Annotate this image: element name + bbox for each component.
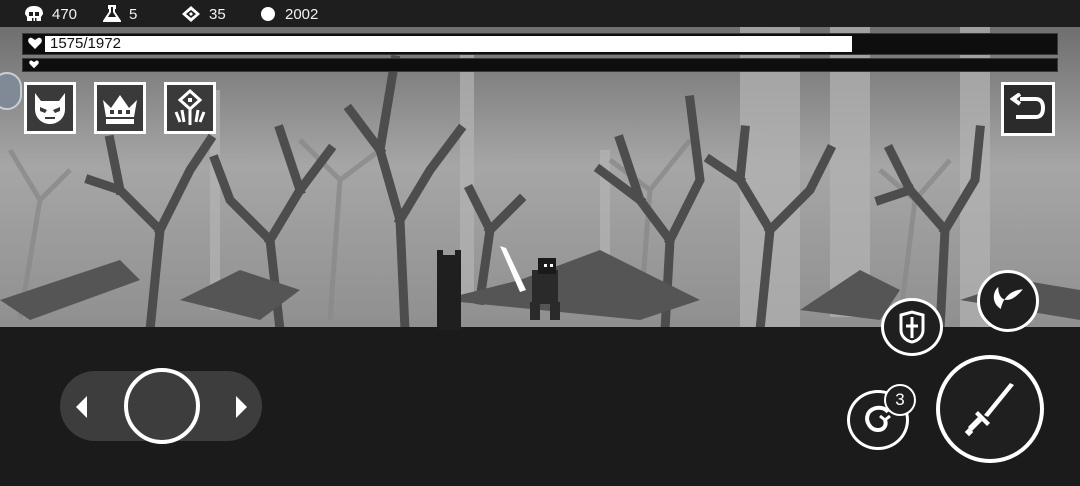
shield-icon <box>899 310 925 344</box>
potion-flask-icon <box>103 5 121 22</box>
gem-counter: 35 <box>181 4 226 24</box>
heart-icon <box>28 37 42 49</box>
shield-skill-button[interactable] <box>881 298 943 356</box>
skill-crown[interactable] <box>94 82 146 134</box>
potion-counter: 5 <box>103 4 137 24</box>
skull-count: 470 <box>52 5 78 23</box>
resource-bar: 470 5 35 2002 <box>0 0 1080 27</box>
health-bar-fill <box>45 36 852 52</box>
moon-skill-button[interactable] <box>977 270 1039 332</box>
diamond-gem-icon <box>182 6 200 22</box>
arrow-right-icon <box>236 396 247 418</box>
rune-emblem-icon <box>174 88 206 125</box>
coin-icon <box>261 7 275 21</box>
back-button[interactable] <box>1001 82 1055 136</box>
dash-charge-badge: 3 <box>884 384 916 416</box>
attack-button[interactable] <box>936 355 1044 463</box>
crescent-moon-icon <box>993 286 1023 310</box>
gem-count: 35 <box>209 5 226 23</box>
health-bar: 1575/1972 <box>22 33 1058 55</box>
joystick-knob[interactable] <box>124 368 200 444</box>
crown-icon <box>103 95 137 124</box>
coin-counter: 2002 <box>259 4 318 24</box>
secondary-bar <box>22 58 1058 72</box>
sword-icon <box>964 383 1014 437</box>
heart-marker-icon <box>29 60 39 69</box>
skill-demon-mask[interactable] <box>24 82 76 134</box>
health-value: 1575/1972 <box>50 35 121 52</box>
return-arrow-icon <box>1010 93 1046 119</box>
demon-mask-icon <box>35 93 65 124</box>
skill-rune-emblem[interactable] <box>164 82 216 134</box>
coin-count: 2002 <box>285 5 319 23</box>
skull-icon <box>25 6 43 21</box>
skull-counter: 470 <box>24 4 77 24</box>
arrow-left-icon <box>76 396 87 418</box>
side-drawer-tab[interactable] <box>0 72 22 110</box>
potion-count: 5 <box>129 5 138 23</box>
